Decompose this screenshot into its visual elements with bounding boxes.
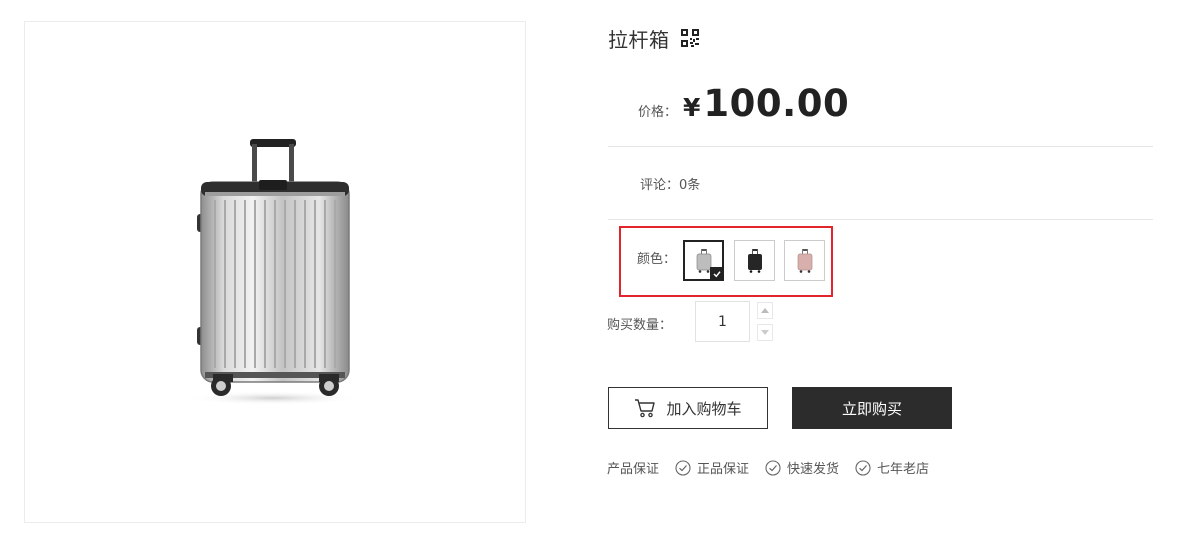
arrow-down-icon (761, 330, 769, 335)
guarantee-item-label: 快速发货 (787, 462, 840, 477)
color-swatch-silver[interactable] (683, 240, 724, 281)
guarantee-item: 正品保证 (675, 458, 749, 477)
quantity-input[interactable] (695, 301, 750, 342)
product-image (24, 21, 526, 523)
color-swatch-black[interactable] (734, 240, 775, 281)
guarantee-item-label: 正品保证 (697, 462, 750, 477)
qr-code-icon[interactable] (680, 29, 699, 47)
color-label: 颜色： (637, 252, 677, 267)
arrow-up-icon (761, 308, 769, 313)
divider (608, 146, 1153, 147)
check-icon (710, 267, 723, 280)
price-row: 价格： ¥ 100.00 (638, 82, 849, 125)
shopping-cart-icon (635, 399, 656, 418)
guarantee-row: 产品保证 正品保证 快速发货 七年老店 (607, 458, 929, 477)
guarantee-item: 快速发货 (765, 458, 839, 477)
black-suitcase-icon (747, 248, 762, 273)
currency-symbol: ¥ (683, 93, 701, 122)
buy-now-button[interactable]: 立即购买 (792, 387, 952, 429)
add-to-cart-button[interactable]: 加入购物车 (608, 387, 768, 429)
guarantee-item: 七年老店 (855, 458, 929, 477)
suitcase-image (185, 139, 361, 405)
quantity-label: 购买数量： (607, 318, 673, 333)
quantity-increase-button[interactable] (757, 302, 773, 319)
price-label: 价格： (638, 105, 678, 120)
comment-row: 评论： 0条 (640, 174, 700, 193)
product-title-row: 拉杆箱 (608, 24, 699, 52)
check-circle-icon (675, 459, 691, 476)
quantity-decrease-button[interactable] (757, 324, 773, 341)
pink-suitcase-icon (797, 248, 812, 273)
add-to-cart-label: 加入购物车 (666, 399, 742, 418)
guarantee-item-label: 七年老店 (877, 462, 930, 477)
product-title: 拉杆箱 (608, 27, 670, 52)
color-swatch-pink[interactable] (784, 240, 825, 281)
divider (608, 219, 1153, 220)
buy-now-label: 立即购买 (841, 399, 902, 418)
comment-label: 评论： (640, 178, 680, 193)
check-circle-icon (765, 459, 781, 476)
price-value: 100.00 (703, 82, 850, 125)
check-circle-icon (855, 459, 871, 476)
guarantee-label: 产品保证 (607, 462, 660, 477)
comment-count[interactable]: 0条 (679, 174, 700, 193)
